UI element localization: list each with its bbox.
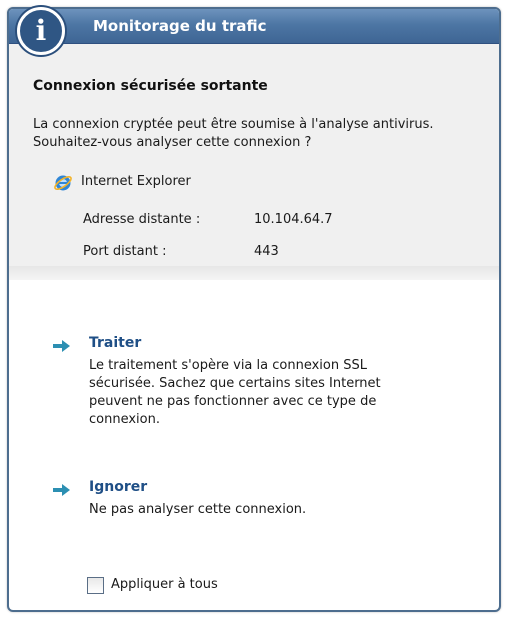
- internet-explorer-icon: [54, 175, 72, 191]
- connection-heading: Connexion sécurisée sortante: [33, 78, 268, 94]
- apply-all-label[interactable]: Appliquer à tous: [111, 577, 218, 592]
- application-name: Internet Explorer: [81, 174, 191, 189]
- process-description: Le traitement s'opère via la connexion S…: [89, 358, 381, 427]
- remote-address-row: Adresse distante : 10.104.64.7: [83, 212, 333, 227]
- title-bar: Monitorage du trafic: [9, 9, 499, 44]
- process-link[interactable]: Traiter: [89, 335, 141, 351]
- remote-port-row: Port distant : 443: [83, 244, 279, 259]
- scan-question: La connexion cryptée peut être soumise à…: [33, 117, 434, 150]
- arrow-right-icon: [53, 340, 70, 352]
- apply-all-checkbox[interactable]: [87, 577, 104, 594]
- dialog-title: Monitorage du trafic: [93, 17, 267, 35]
- ignore-link[interactable]: Ignorer: [89, 479, 147, 495]
- ignore-description: Ne pas analyser cette connexion.: [89, 502, 307, 517]
- info-icon: i: [17, 7, 65, 55]
- section-divider: [9, 266, 499, 280]
- traffic-monitor-dialog: Monitorage du trafic Connexion sécurisée…: [7, 7, 501, 612]
- remote-port-label: Port distant :: [83, 244, 167, 259]
- remote-port-value: 443: [254, 244, 279, 259]
- arrow-right-icon: [53, 484, 70, 496]
- remote-address-label: Adresse distante :: [83, 212, 201, 227]
- remote-address-value: 10.104.64.7: [254, 212, 333, 227]
